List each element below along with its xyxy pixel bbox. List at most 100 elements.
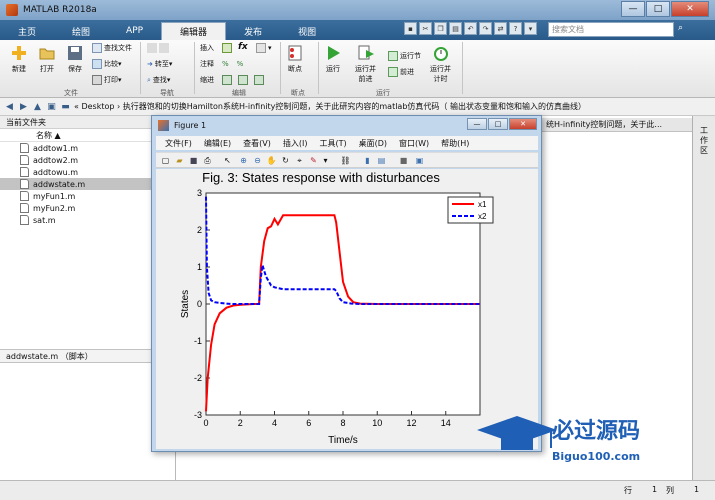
insert-section-icon[interactable] [222, 43, 234, 53]
menu-edit[interactable]: 编辑(E) [204, 138, 231, 149]
menu-file[interactable]: 文件(F) [165, 138, 192, 149]
file-item[interactable]: myFun2.m [0, 202, 175, 214]
legend-x1-label: x1 [478, 200, 487, 209]
goto-button[interactable]: ➜ 转至 ▾ [147, 59, 172, 69]
tab-home[interactable]: 主页 [0, 22, 54, 40]
insert-button[interactable]: 插入 [200, 43, 214, 53]
indent-icons[interactable] [222, 75, 266, 85]
open-button[interactable]: 打开 [38, 44, 56, 74]
nav-back-icon[interactable] [147, 43, 171, 53]
new-button[interactable]: 新建 [10, 44, 28, 74]
up-folder-icon[interactable]: ▲ [32, 101, 43, 112]
paste-icon[interactable]: ▤ [449, 22, 462, 35]
y-tick-label: 2 [197, 225, 202, 235]
folder-path[interactable]: « Desktop › 执行器饱和的切换Hamilton系统H-infinity… [74, 101, 586, 112]
figure-maximize-button[interactable]: □ [488, 118, 508, 130]
current-folder-address-bar[interactable]: ◀ ▶ ▲ ▣ ▬ « Desktop › 执行器饱和的切换Hamilton系统… [0, 98, 715, 116]
chart-title: Fig. 3: States response with disturbance… [202, 170, 440, 185]
figure-minimize-button[interactable]: — [467, 118, 487, 130]
fx-button[interactable]: fx [238, 42, 248, 52]
find-button[interactable]: ⌕ 查找 ▾ [147, 75, 170, 85]
link-plot-icon[interactable]: ⛓ [340, 155, 351, 166]
figure-title: Figure 1 [174, 120, 207, 130]
indent-button[interactable]: 缩进 [200, 75, 214, 85]
file-item[interactable]: myFun1.m [0, 190, 175, 202]
figure-canvas: Fig. 3: States response with disturbance… [156, 169, 538, 449]
brush-dropdown-icon[interactable]: ▾ [320, 155, 331, 166]
tab-apps[interactable]: APP [108, 22, 161, 40]
help-icon[interactable]: ? [509, 22, 522, 35]
minimize-button[interactable]: — [621, 1, 645, 17]
new-label: 新建 [12, 65, 26, 73]
open-file-icon[interactable]: ▰ [174, 155, 185, 166]
file-item[interactable]: addtow1.m [0, 142, 175, 154]
figure-menu-bar: 文件(F) 编辑(E) 查看(V) 插入(I) 工具(T) 桌面(D) 窗口(W… [156, 136, 538, 150]
menu-desktop[interactable]: 桌面(D) [359, 138, 387, 149]
save-icon[interactable]: ▪ [404, 22, 417, 35]
show-plot-tools-icon[interactable]: ▣ [414, 155, 425, 166]
figure-close-button[interactable]: ✕ [509, 118, 537, 130]
menu-view[interactable]: 查看(V) [243, 138, 271, 149]
x-tick-label: 6 [306, 418, 311, 428]
dropdown-icon[interactable]: ▾ [524, 22, 537, 35]
comment-button[interactable]: 注释 [200, 59, 214, 69]
tab-view[interactable]: 视图 [280, 22, 334, 40]
m-file-icon [20, 179, 29, 189]
print-button[interactable]: 打印 ▾ [92, 75, 122, 85]
insert-dropdown-icon[interactable]: ▾ [256, 43, 272, 53]
run-button[interactable]: 运行 [324, 44, 342, 74]
hide-plot-tools-icon[interactable]: ■ [398, 155, 409, 166]
name-column-header[interactable]: 名称 ▲ [0, 129, 175, 142]
undo-icon[interactable]: ↶ [464, 22, 477, 35]
search-button-icon[interactable]: ⌕ [678, 23, 683, 33]
cut-icon[interactable]: ✂ [419, 22, 432, 35]
menu-help[interactable]: 帮助(H) [441, 138, 469, 149]
file-item[interactable]: sat.m [0, 214, 175, 226]
menu-insert[interactable]: 插入(I) [283, 138, 308, 149]
print-figure-icon[interactable]: ⎙ [202, 155, 213, 166]
copy-icon[interactable]: ❐ [434, 22, 447, 35]
rotate-3d-icon[interactable]: ↻ [280, 155, 291, 166]
brush-icon[interactable]: ✎ [308, 155, 319, 166]
run-section-button[interactable]: 运行节 [388, 51, 421, 61]
search-documentation-input[interactable]: 搜索文档 [548, 22, 674, 37]
zoom-out-icon[interactable]: ⊖ [252, 155, 263, 166]
save-button[interactable]: 保存 [66, 44, 84, 74]
breakpoints-icon [288, 45, 302, 61]
legend-icon[interactable]: ▤ [376, 155, 387, 166]
menu-tools[interactable]: 工具(T) [319, 138, 346, 149]
advance-icon [388, 67, 398, 77]
find-files-button[interactable]: 查找文件 [92, 43, 132, 53]
comment-percent-icon[interactable]: %% [222, 59, 263, 69]
editor-ribbon: 新建 打开 保存 查找文件 比较 ▾ 打印 ▾ 文件 ➜ 转至 ▾ ⌕ 查找 ▾ 导… [0, 40, 715, 98]
advance-button[interactable]: 前进 [388, 67, 414, 77]
file-item[interactable]: addtowu.m [0, 166, 175, 178]
run-and-time-button[interactable]: 运行并 计时 [430, 44, 451, 84]
run-advance-button[interactable]: 运行并 前进 [355, 44, 376, 84]
save-figure-icon[interactable]: ■ [188, 155, 199, 166]
browse-folder-icon[interactable]: ▣ [46, 101, 57, 112]
row-label: 行 [624, 486, 632, 495]
back-arrow-icon[interactable]: ◀ [4, 101, 15, 112]
redo-icon[interactable]: ↷ [479, 22, 492, 35]
close-button[interactable]: ✕ [671, 1, 709, 17]
tab-editor[interactable]: 编辑器 [161, 22, 227, 40]
compare-button[interactable]: 比较 ▾ [92, 59, 122, 69]
data-cursor-icon[interactable]: ⌖ [294, 155, 305, 166]
tab-plots[interactable]: 绘图 [54, 22, 108, 40]
maximize-button[interactable]: □ [646, 1, 670, 17]
new-figure-icon[interactable]: ▢ [160, 155, 171, 166]
menu-window[interactable]: 窗口(W) [399, 138, 429, 149]
tab-publish[interactable]: 发布 [226, 22, 280, 40]
zoom-in-icon[interactable]: ⊕ [238, 155, 249, 166]
pan-hand-icon[interactable]: ✋ [266, 155, 277, 166]
file-item[interactable]: addtow2.m [0, 154, 175, 166]
legend[interactable]: x1 x2 [447, 196, 494, 224]
forward-arrow-icon[interactable]: ▶ [18, 101, 29, 112]
colorbar-icon[interactable]: ▮ [362, 155, 373, 166]
switch-window-icon[interactable]: ⇄ [494, 22, 507, 35]
row-value: 1 [652, 485, 658, 494]
file-item-selected[interactable]: addwstate.m [0, 178, 175, 190]
breakpoints-button[interactable]: 断点 [286, 44, 304, 74]
pointer-icon[interactable]: ↖ [222, 155, 233, 166]
